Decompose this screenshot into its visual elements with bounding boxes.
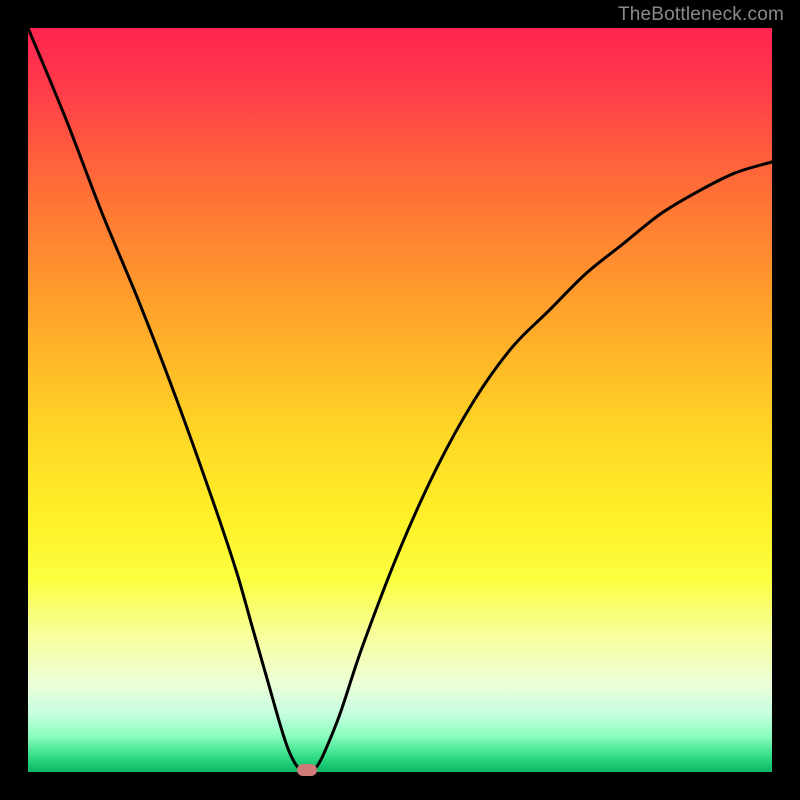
watermark-text: TheBottleneck.com xyxy=(618,4,784,26)
curve-svg xyxy=(28,28,772,772)
bottleneck-curve xyxy=(28,28,772,772)
chart-frame: TheBottleneck.com xyxy=(0,0,800,800)
optimal-point-marker xyxy=(297,764,317,776)
plot-area xyxy=(28,28,772,772)
